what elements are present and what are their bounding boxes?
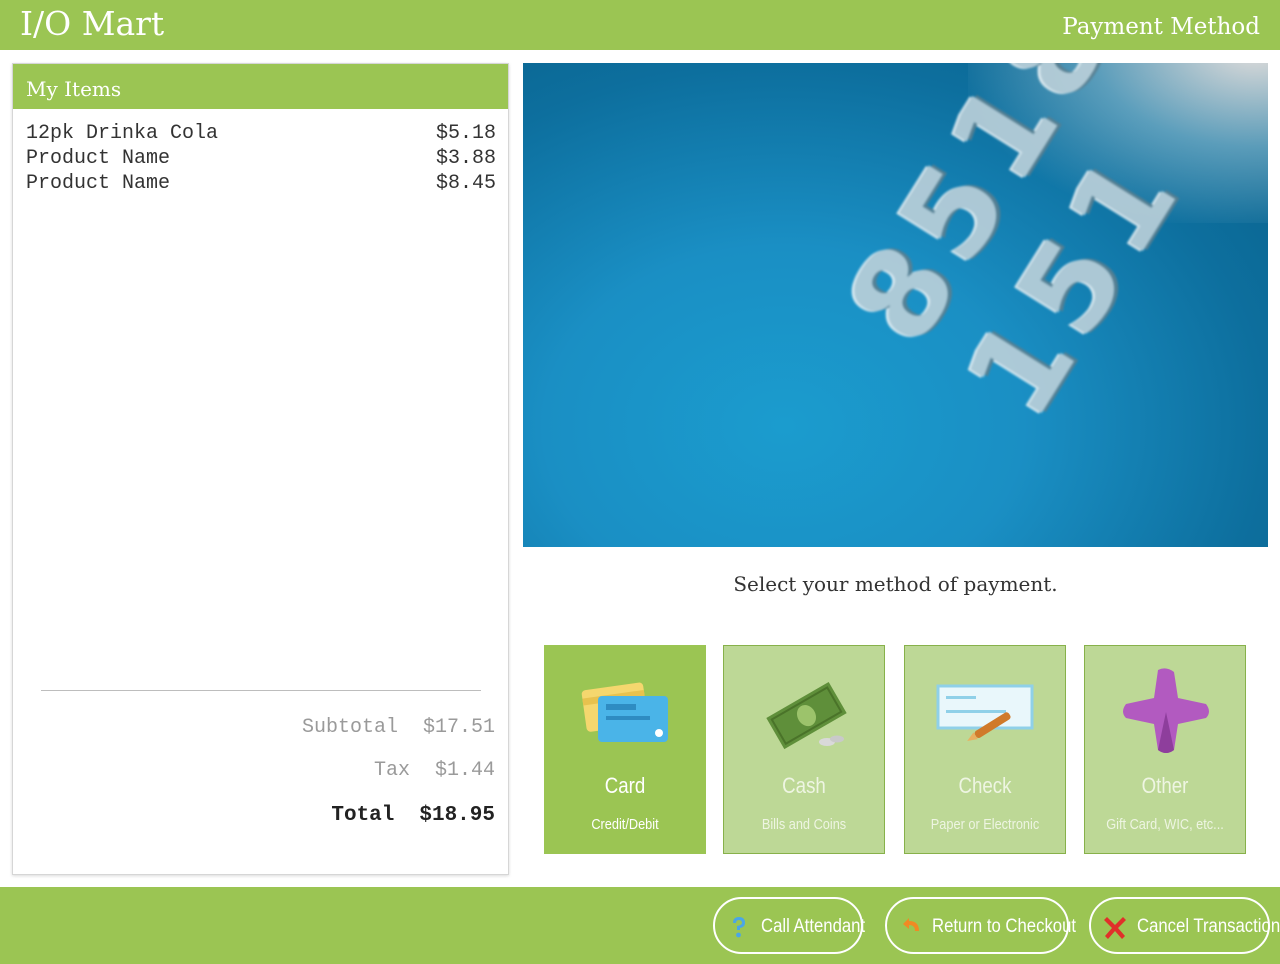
payment-prompt: Select your method of payment. xyxy=(733,572,1058,596)
return-to-checkout-button[interactable]: Return to Checkout xyxy=(885,897,1076,954)
top-bar: I/O Mart Payment Method xyxy=(0,0,1280,50)
cash-sublabel: Bills and Coins xyxy=(761,816,847,833)
item-price: $5.18 xyxy=(435,122,496,145)
help-icon xyxy=(733,917,745,938)
list-item[interactable]: Product Name $8.45 xyxy=(26,172,496,197)
cancel-transaction-label: Cancel Transaction xyxy=(1137,916,1280,937)
credit-cards-icon xyxy=(581,682,668,742)
cash-payment-button[interactable]: Cash Bills and Coins xyxy=(723,645,885,854)
call-attendant-label: Call Attendant xyxy=(761,916,866,937)
my-items-header: My Items xyxy=(13,64,508,109)
bottom-bar: Call Attendant Return to Checkout Cancel… xyxy=(0,887,1280,964)
list-item[interactable]: 12pk Drinka Cola $5.18 xyxy=(26,122,496,147)
item-price: $3.88 xyxy=(435,147,496,170)
total-value: $18.95 xyxy=(419,804,495,827)
tax-row: Tax $1.44 xyxy=(95,759,495,782)
cancel-x-icon xyxy=(1104,917,1126,939)
tax-value: $1.44 xyxy=(434,759,495,782)
return-arrow-icon xyxy=(903,918,919,931)
check-label: Check xyxy=(958,773,1012,798)
subtotal-label: Subtotal xyxy=(301,716,398,739)
item-name: Product Name xyxy=(26,147,171,170)
credit-card-photo: 8518 151 xyxy=(523,63,1268,547)
subtotal-row: Subtotal $17.51 xyxy=(95,716,495,739)
item-name: 12pk Drinka Cola xyxy=(26,122,219,145)
card-digits: 8518 151 xyxy=(823,63,1211,441)
item-price: $8.45 xyxy=(435,172,496,195)
tax-label: Tax xyxy=(373,759,410,782)
card-payment-button[interactable]: Card Credit/Debit xyxy=(544,645,706,854)
screen-title: Payment Method xyxy=(1062,14,1260,40)
totals-divider xyxy=(41,690,481,691)
app-title: I/O Mart xyxy=(20,4,165,43)
other-label: Other xyxy=(1141,773,1189,798)
list-item[interactable]: Product Name $3.88 xyxy=(26,147,496,172)
cash-icon xyxy=(766,682,847,750)
total-row: Total $18.95 xyxy=(95,804,495,827)
other-sublabel: Gift Card, WIC, etc... xyxy=(1106,816,1224,833)
check-payment-button[interactable]: Check Paper or Electronic xyxy=(904,645,1066,854)
check-sublabel: Paper or Electronic xyxy=(930,816,1040,833)
check-icon xyxy=(936,684,1034,742)
call-attendant-button[interactable]: Call Attendant xyxy=(713,897,866,954)
card-label: Card xyxy=(604,773,646,798)
plus-icon xyxy=(1123,668,1209,753)
cash-label: Cash xyxy=(782,773,826,798)
card-sublabel: Credit/Debit xyxy=(591,816,659,833)
subtotal-value: $17.51 xyxy=(422,716,495,739)
items-list[interactable]: 12pk Drinka Cola $5.18 Product Name $3.8… xyxy=(26,122,496,197)
cancel-transaction-button[interactable]: Cancel Transaction xyxy=(1089,897,1280,954)
item-name: Product Name xyxy=(26,172,171,195)
return-to-checkout-label: Return to Checkout xyxy=(932,916,1077,937)
my-items-panel: My Items 12pk Drinka Cola $5.18 Product … xyxy=(12,63,509,875)
total-label: Total xyxy=(331,804,395,827)
other-payment-button[interactable]: Other Gift Card, WIC, etc... xyxy=(1084,645,1246,854)
